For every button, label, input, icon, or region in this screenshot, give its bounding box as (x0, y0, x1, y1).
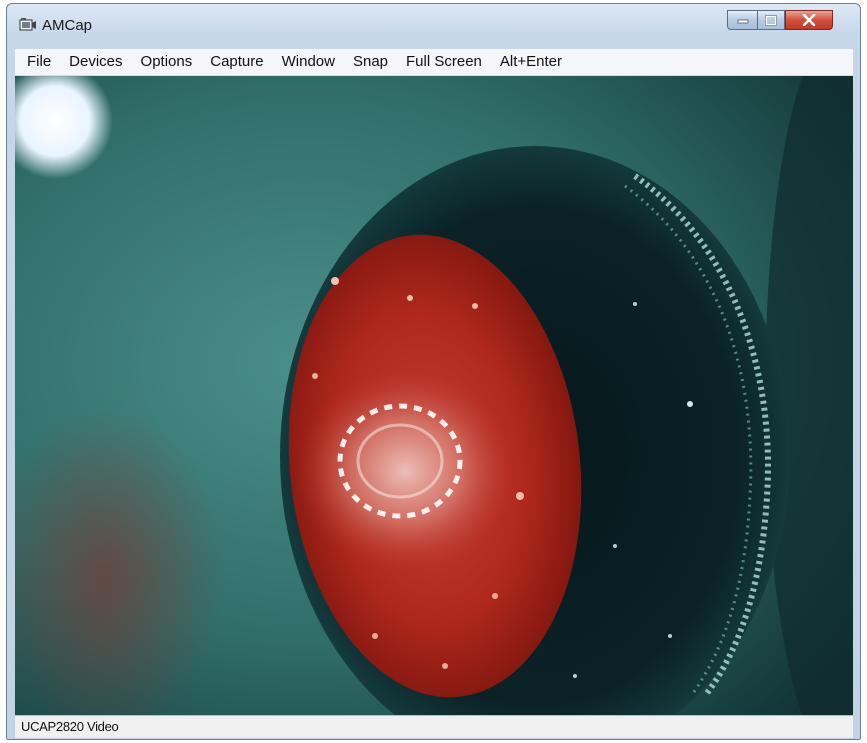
speck (442, 663, 448, 669)
dust (668, 634, 672, 638)
menu-full-screen[interactable]: Full Screen (397, 49, 491, 75)
menu-file[interactable]: File (15, 49, 60, 75)
menu-snap[interactable]: Snap (344, 49, 397, 75)
maximize-icon (765, 14, 777, 26)
window-title: AMCap (42, 17, 93, 34)
lens-haze (295, 371, 515, 571)
speck (372, 633, 378, 639)
speck (407, 295, 413, 301)
status-bar: UCAP2820 Video (15, 715, 853, 738)
menu-window[interactable]: Window (273, 49, 344, 75)
minimize-icon (737, 19, 748, 24)
close-icon (802, 14, 816, 26)
camera-app-icon[interactable] (19, 17, 37, 33)
video-preview[interactable] (15, 76, 853, 715)
menu-capture[interactable]: Capture (201, 49, 272, 75)
speck (312, 373, 318, 379)
camera-frame (15, 76, 853, 715)
close-button[interactable] (785, 10, 833, 30)
dust (633, 302, 637, 306)
minimize-button[interactable] (727, 10, 757, 30)
speck (516, 492, 524, 500)
speck (331, 277, 339, 285)
speck (472, 303, 478, 309)
amcap-window: AMCap File Devices Options Capture Windo… (6, 3, 861, 740)
dust (573, 674, 577, 678)
status-text: UCAP2820 Video (21, 719, 119, 734)
speck (492, 593, 498, 599)
title-bar[interactable]: AMCap (7, 4, 860, 46)
dust (613, 544, 617, 548)
menu-bar: File Devices Options Capture Window Snap… (15, 49, 853, 76)
menu-options[interactable]: Options (132, 49, 202, 75)
menu-devices[interactable]: Devices (60, 49, 131, 75)
menu-alt-enter[interactable]: Alt+Enter (491, 49, 571, 75)
maximize-button[interactable] (757, 10, 785, 30)
dust (687, 401, 693, 407)
